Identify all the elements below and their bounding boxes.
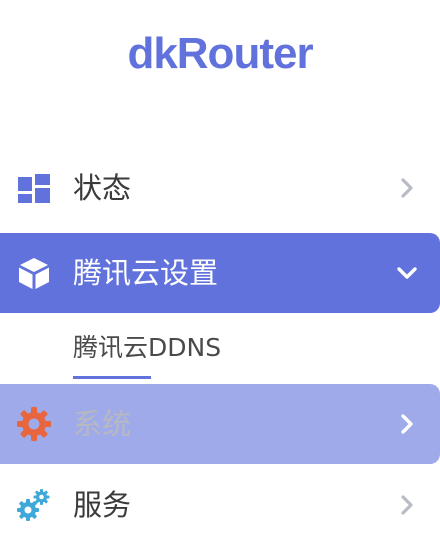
sidebar-item-service[interactable]: 服务 [0,465,440,545]
sidebar-item-status[interactable]: 状态 [0,148,440,228]
sidebar-item-label: 腾讯云设置 [73,256,219,290]
sidebar-item-tencent-cloud[interactable]: 腾讯云设置 [0,233,440,313]
chevron-right-icon [396,494,418,516]
active-underline [73,376,151,379]
dashboard-grid-icon [16,170,52,206]
gears-icon [16,487,52,523]
submenu-item-label: 腾讯云DDNS [73,333,222,362]
sidebar-item-system[interactable]: 系统 [0,384,440,464]
sidebar-item-label: 状态 [73,171,132,205]
sidebar-item-label: 服务 [73,488,132,522]
cube-icon [16,255,52,291]
chevron-right-icon [396,177,418,199]
app-logo: dkRouter [127,29,313,78]
chevron-down-icon [396,262,418,284]
sidebar-item-label: 系统 [73,407,132,441]
gear-icon [16,406,52,442]
submenu-item-tencent-ddns[interactable]: 腾讯云DDNS [73,318,221,380]
chevron-right-icon [396,413,418,435]
